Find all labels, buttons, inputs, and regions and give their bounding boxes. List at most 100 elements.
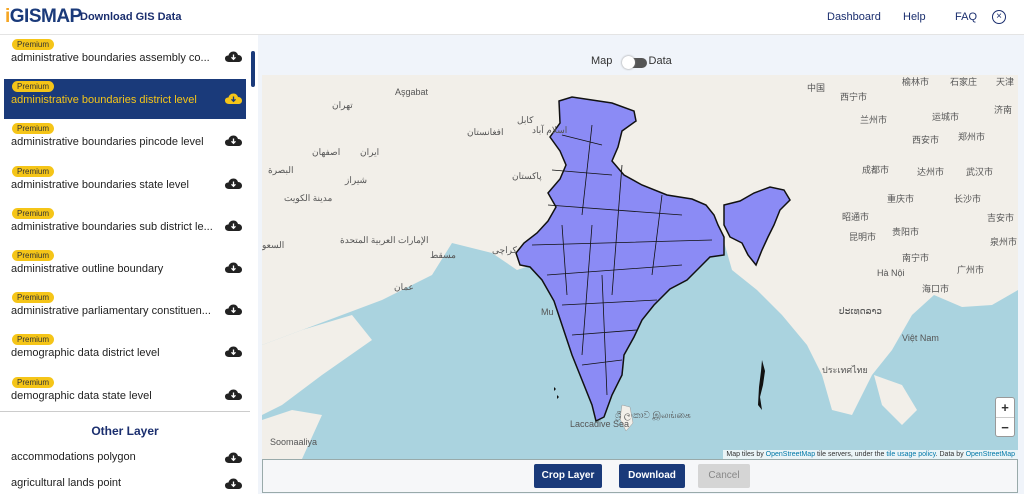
layer-item[interactable]: Premium administrative outline boundary [4,248,246,288]
nav-help[interactable]: Help [903,11,926,23]
map-place-label: 天津 [996,75,1014,88]
download-button[interactable]: Download [619,464,685,488]
premium-badge: Premium [12,292,54,303]
land-africa-horn [262,410,322,459]
map-place-label: ایران [360,147,379,158]
map-place-label: 泉州市 [990,235,1017,248]
layer-label: administrative boundaries state level [11,179,216,191]
cancel-button[interactable]: Cancel [698,464,750,488]
map-place-label: مدينة الكويت [284,193,332,204]
map-place-label: Việt Nam [902,333,939,343]
map-place-label: Hà Nội [877,268,905,278]
map-place-label: 武汉市 [966,165,993,178]
cloud-download-icon[interactable] [225,345,242,357]
map-data-toggle[interactable]: Map Data [591,55,672,67]
layer-item[interactable]: Premium administrative boundaries sub di… [4,206,246,246]
layer-item[interactable]: Premium demographic data district level [4,332,246,372]
map-place-label: مسقط [430,250,456,261]
layer-label: administrative boundaries pincode level [11,136,216,148]
premium-badge: Premium [12,166,54,177]
premium-badge: Premium [12,39,54,50]
layer-label: demographic data district level [11,347,216,359]
cloud-download-icon[interactable] [225,177,242,189]
layer-item[interactable]: Premium administrative boundaries pincod… [4,121,246,161]
nav-dashboard[interactable]: Dashboard [827,11,881,23]
map-place-label: پاکستان [512,171,542,182]
cloud-download-icon[interactable] [225,134,242,146]
map-place-label: 贵阳市 [892,225,919,238]
cloud-download-icon[interactable] [225,261,242,273]
map-place-label: 济南 [994,103,1012,116]
map-place-label: 重庆市 [887,192,914,205]
map-place-label: 昆明市 [849,230,876,243]
map-panel: Map Data Aşgabatتهراناصفهانایرانالبصرةشی… [258,35,1024,494]
app-header: iGISMAP Download GIS Data Dashboard Help… [0,0,1024,35]
premium-badge: Premium [12,334,54,345]
map-canvas [262,75,1018,459]
cloud-download-icon[interactable] [225,477,242,489]
land-sea-peninsula [874,375,917,425]
sidebar-scrollbar[interactable] [251,51,255,87]
premium-badge: Premium [12,208,54,219]
map-place-label: ປະເທດລາວ [839,306,882,317]
map-place-label: ประเทศไทย [822,363,868,377]
other-layer-item[interactable]: agricultural lands point [4,471,246,494]
map-place-label: 石家庄 [950,75,977,88]
layer-item[interactable]: Premium administrative boundaries state … [4,164,246,204]
toggle-switch[interactable] [623,58,647,68]
zoom-out-button[interactable]: − [996,418,1014,438]
premium-badge: Premium [12,250,54,261]
attr-policy-link[interactable]: tile usage policy [886,451,935,458]
cloud-download-icon[interactable] [225,50,242,62]
map-place-label: الإمارات العربية المتحدة [340,235,429,246]
map-place-label: 成都市 [862,163,889,176]
lakshadweep [554,387,559,399]
close-icon[interactable]: × [992,10,1006,24]
map-place-label: عمان [394,282,414,293]
cloud-download-icon[interactable] [225,92,242,104]
map-place-label: شیراز [345,175,367,186]
map-place-label: کابل [517,115,533,126]
attr-osm-link[interactable]: OpenStreetMap [766,451,815,458]
map-place-label: 郑州市 [958,130,985,143]
map-place-label: 中国 [807,81,825,94]
layer-item[interactable]: Premium demographic data state level [4,375,246,415]
map-attribution: Map tiles by OpenStreetMap tile servers,… [723,450,1018,459]
premium-badge: Premium [12,123,54,134]
map-place-label: اسلام آباد [532,125,567,136]
map-place-label: 长沙市 [954,192,981,205]
cloud-download-icon[interactable] [225,303,242,315]
premium-badge: Premium [12,377,54,388]
toggle-map-label: Map [591,55,612,67]
igismap-logo[interactable]: iGISMAP [5,6,82,28]
map-place-label: 广州市 [957,263,984,276]
zoom-in-button[interactable]: + [996,398,1014,418]
crop-layer-button[interactable]: Crop Layer [534,464,602,488]
map-view[interactable]: Aşgabatتهراناصفهانایرانالبصرةشیرازمدينة … [262,75,1018,459]
toggle-knob[interactable] [622,56,635,69]
cloud-download-icon[interactable] [225,388,242,400]
layer-item[interactable]: Premium administrative parliamentary con… [4,290,246,330]
layer-label: accommodations polygon [11,451,216,463]
layer-label: administrative boundaries assembly co... [11,52,216,64]
map-place-label: Aşgabat [395,87,428,97]
layer-item[interactable]: Premium administrative boundaries distri… [4,79,246,119]
nav-faq[interactable]: FAQ [955,11,977,23]
layer-label: administrative boundaries sub district l… [11,221,216,233]
map-place-label: تهران [332,100,353,111]
attr-osm-data-link[interactable]: OpenStreetMap [966,451,1015,458]
map-place-label: Mu [541,307,554,317]
map-place-label: 昭通市 [842,210,869,223]
layer-item[interactable]: Premium administrative boundaries assemb… [4,37,246,77]
action-bar: Crop Layer Download Cancel [262,459,1018,493]
map-place-label: السعو [262,240,284,251]
map-place-label: 吉安市 [987,211,1014,224]
divider [0,411,250,412]
page-title: Download GIS Data [80,11,181,23]
other-layer-item[interactable]: accommodations polygon [4,445,246,469]
layer-label: administrative parliamentary constituen.… [11,305,216,317]
cloud-download-icon[interactable] [225,451,242,463]
map-place-label: 运城市 [932,110,959,123]
map-place-label: 榆林市 [902,75,929,88]
cloud-download-icon[interactable] [225,219,242,231]
